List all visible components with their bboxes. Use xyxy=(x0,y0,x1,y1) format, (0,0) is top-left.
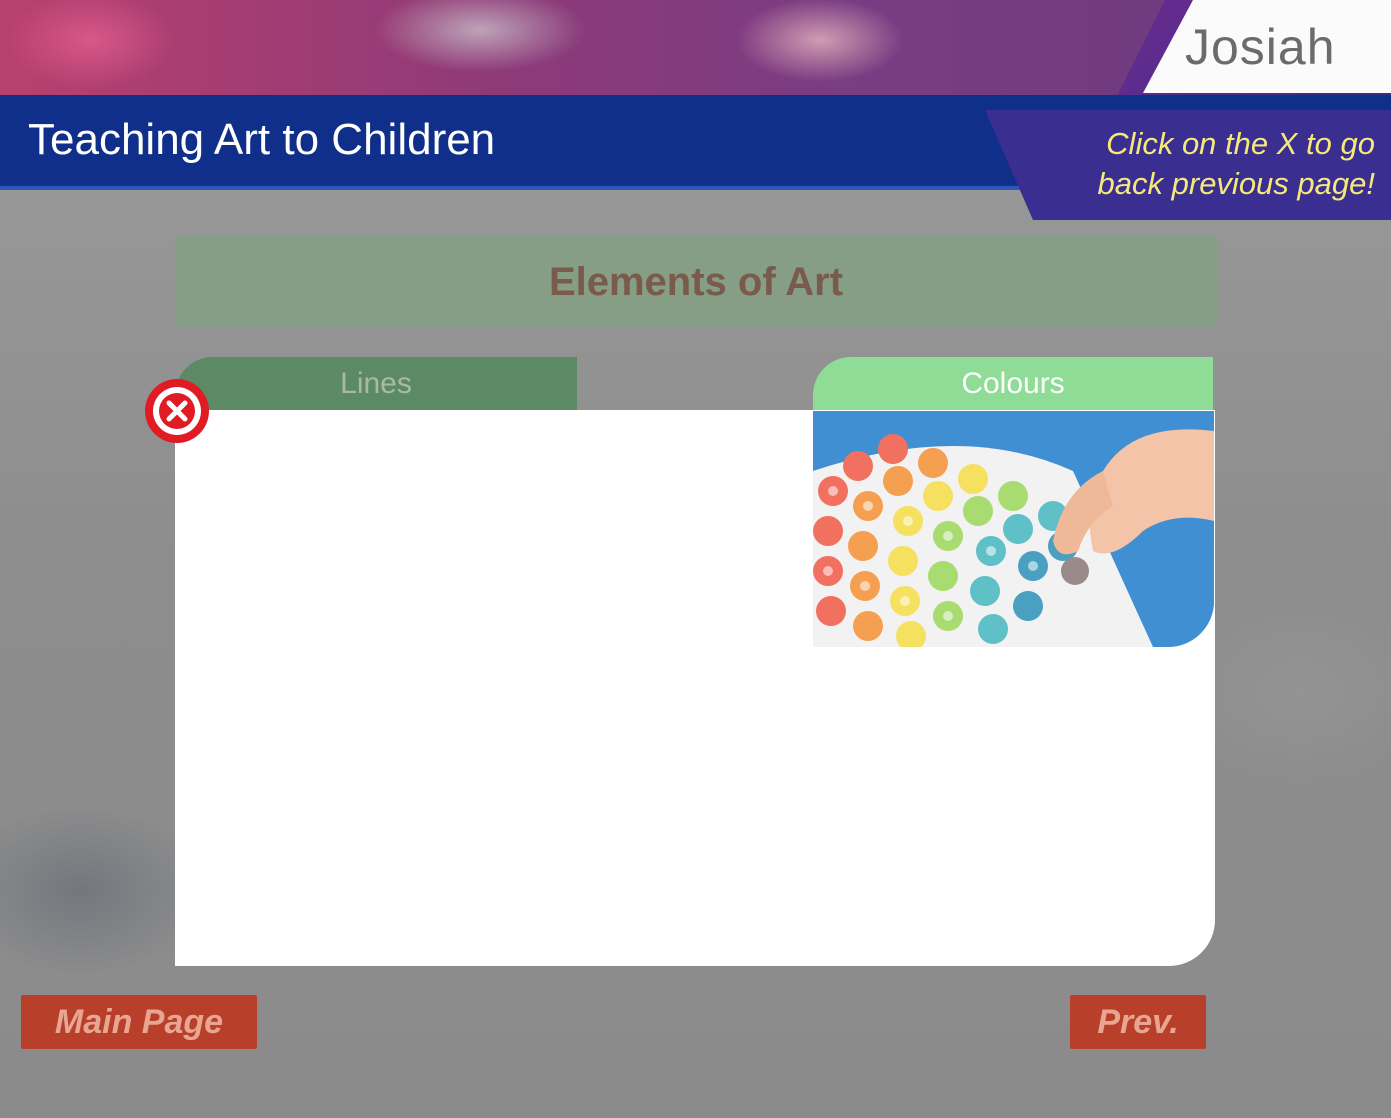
hint-text: Click on the X to go back previous page! xyxy=(1097,126,1375,201)
page-title: Teaching Art to Children xyxy=(28,115,496,164)
tab-colours-label: Colours xyxy=(961,367,1065,400)
main-page-button[interactable]: Main Page xyxy=(21,995,257,1049)
prev-button[interactable]: Prev. xyxy=(1070,995,1206,1049)
section-banner: Elements of Art xyxy=(175,236,1217,328)
section-title: Elements of Art xyxy=(548,259,844,304)
tab-lines-label: Lines xyxy=(340,367,412,400)
prev-label: Prev. xyxy=(1097,1002,1179,1041)
tab-colours[interactable]: Colours xyxy=(813,357,1213,411)
close-button[interactable] xyxy=(143,377,211,445)
main-page-label: Main Page xyxy=(54,1002,224,1041)
tab-lines[interactable]: Lines xyxy=(175,357,577,411)
rainbow-cereal-art-image xyxy=(813,411,1214,647)
josiah-logo: Josiah xyxy=(1185,19,1336,75)
close-x-icon xyxy=(145,379,209,443)
